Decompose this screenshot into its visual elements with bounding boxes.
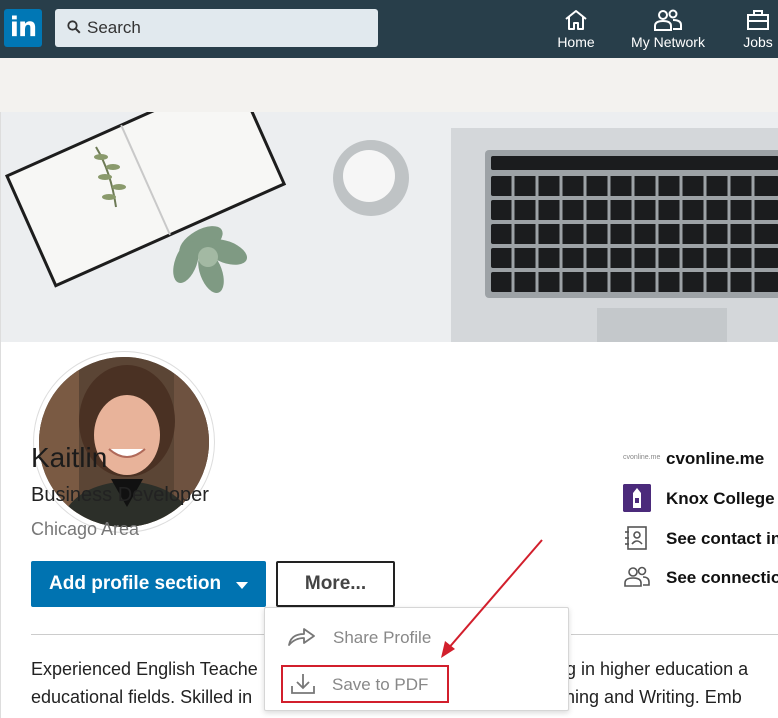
briefcase-icon [747,10,769,30]
divider [571,634,778,635]
search-box[interactable] [55,9,378,47]
connections-icon [624,566,650,587]
profile-banner-image [1,112,778,342]
network-icon [654,9,682,31]
home-icon [565,10,587,30]
nav-home[interactable]: Home [548,8,604,50]
share-profile-menu-item[interactable]: Share Profile [287,620,547,654]
add-profile-section-button[interactable]: Add profile section [31,561,266,607]
chevron-down-icon [236,582,248,589]
cvonline-logo: cvonline.me [623,454,661,461]
save-to-pdf-label: Save to PDF [332,675,429,694]
profile-location: Chicago Area [31,519,140,539]
profile-name: Kaitlin [31,442,108,473]
search-icon [67,20,81,34]
sidebar-item-label: See connectio [666,568,778,587]
nav-jobs[interactable]: Jobs [738,8,778,50]
nav-my-network[interactable]: My Network [624,8,712,50]
divider [31,634,266,635]
nav-my-network-label: My Network [631,34,705,50]
more-actions-dropdown: Share Profile Save to PDF [264,607,569,711]
college-building-icon [623,484,651,512]
profile-headline: Business Developer [31,484,209,506]
summary-line: lanning and Writing. Emb [541,687,742,707]
nav-jobs-label: Jobs [743,34,773,50]
more-button[interactable]: More... [276,561,395,607]
search-input[interactable] [87,9,367,47]
summary-line: king in higher education a [543,659,749,679]
share-profile-label: Share Profile [333,628,432,647]
contact-card-icon [625,526,647,550]
sidebar-item-label: See contact in [666,529,778,548]
save-to-pdf-menu-item[interactable]: Save to PDF [281,665,449,703]
sidebar-item-label: cvonline.me [666,449,765,468]
top-nav-bar: in Home My Network Jobs [0,0,778,58]
sidebar-item-label: Knox College [666,489,775,508]
linkedin-logo[interactable]: in [4,9,42,47]
add-profile-section-label: Add profile section [49,573,222,594]
share-icon [288,628,315,646]
download-icon [291,674,315,694]
nav-home-label: Home [557,34,595,50]
banner-illustration [1,112,778,342]
